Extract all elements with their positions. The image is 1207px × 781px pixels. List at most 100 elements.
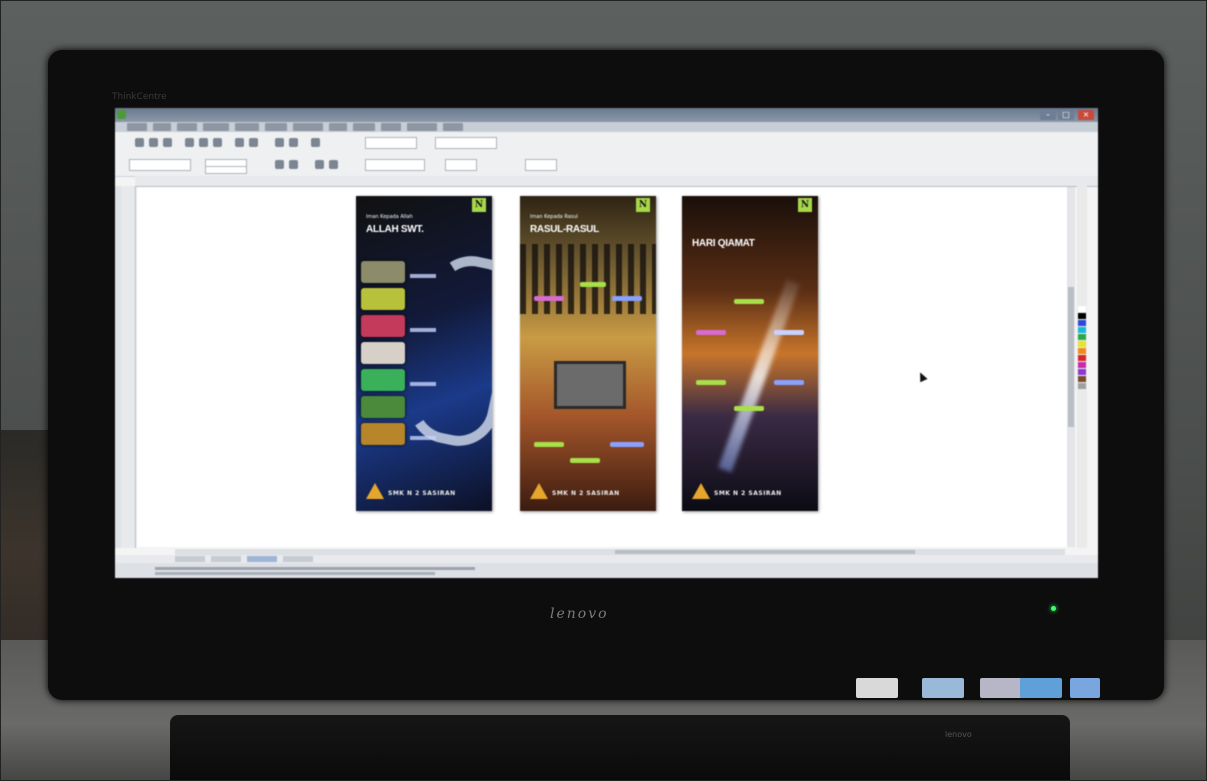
monitor-brand-logo: lenovo: [550, 606, 609, 622]
menu-item[interactable]: [407, 123, 437, 131]
current-page-icon[interactable]: [329, 160, 338, 169]
monitor-sticker: [980, 678, 1022, 698]
save-icon[interactable]: [163, 138, 172, 147]
page-tab[interactable]: [283, 556, 313, 562]
export-icon[interactable]: [289, 138, 298, 147]
swatch[interactable]: [1078, 376, 1086, 382]
monitor-sticker: [922, 678, 964, 698]
menu-item[interactable]: [329, 123, 347, 131]
import-icon[interactable]: [275, 138, 284, 147]
name-tile: [361, 369, 405, 391]
name-tile: [361, 261, 405, 283]
close-icon[interactable]: ×: [1078, 110, 1094, 120]
swatch[interactable]: [1078, 306, 1086, 312]
swatch[interactable]: [1078, 348, 1086, 354]
paste-icon[interactable]: [213, 138, 222, 147]
calligraphy-swirl: [401, 248, 492, 454]
copy-icon[interactable]: [199, 138, 208, 147]
name-tile: [361, 342, 405, 364]
power-led-icon: [1051, 606, 1056, 611]
page-size-field[interactable]: [129, 159, 191, 171]
poster-title: RASUL-RASUL: [530, 224, 599, 235]
menu-item[interactable]: [177, 123, 197, 131]
swatch[interactable]: [1078, 320, 1086, 326]
status-info: [155, 572, 435, 575]
poster-subtitle: Iman Kepada Allah: [366, 214, 413, 220]
label-chip: [696, 380, 726, 385]
windows-sticker: [1070, 678, 1100, 698]
silhouette-figures: [520, 244, 656, 314]
label-chip: [612, 296, 642, 301]
minimize-icon[interactable]: –: [1040, 110, 1056, 120]
swatch[interactable]: [1078, 362, 1086, 368]
swatch[interactable]: [1078, 313, 1086, 319]
label-chip: [696, 330, 726, 335]
intel-sticker: [1020, 678, 1062, 698]
scroll-thumb[interactable]: [615, 550, 915, 554]
new-icon[interactable]: [135, 138, 144, 147]
property-bar: [115, 154, 1098, 177]
standard-toolbar: [115, 132, 1098, 155]
menu-item[interactable]: [381, 123, 401, 131]
page-tab[interactable]: [247, 556, 277, 562]
menu-item[interactable]: [127, 123, 147, 131]
swatch[interactable]: [1078, 341, 1086, 347]
name-tile: [361, 288, 405, 310]
menu-item[interactable]: [443, 123, 463, 131]
units-field[interactable]: [365, 159, 425, 171]
maximize-icon[interactable]: □: [1058, 110, 1074, 120]
app-titlebar: – □ ×: [115, 108, 1098, 122]
poster-footer: SMK N 2 SASIRAN: [388, 490, 456, 497]
poster-rasul[interactable]: N Iman Kepada Rasul RASUL-RASUL SMK N 2 …: [520, 196, 656, 511]
scroll-thumb[interactable]: [1068, 287, 1074, 427]
menu-item[interactable]: [235, 123, 259, 131]
poster-subtitle: Iman Kepada Rasul: [530, 214, 578, 220]
snap-to-field[interactable]: [435, 137, 497, 149]
swatch[interactable]: [1078, 355, 1086, 361]
poster-title: HARI QIAMAT: [692, 238, 755, 249]
poster-allah-swt[interactable]: N Iman Kepada Allah ALLAH SWT. SMK N 2 S…: [356, 196, 492, 511]
zoom-icon[interactable]: [311, 138, 320, 147]
swatch[interactable]: [1078, 369, 1086, 375]
undo-icon[interactable]: [235, 138, 244, 147]
label-chip: [580, 282, 606, 287]
portrait-icon[interactable]: [275, 160, 284, 169]
open-icon[interactable]: [149, 138, 158, 147]
swatch[interactable]: [1078, 327, 1086, 333]
menu-item[interactable]: [353, 123, 375, 131]
page-tab[interactable]: [175, 556, 205, 562]
color-palette[interactable]: [1077, 186, 1087, 548]
quran-screen: [554, 361, 626, 409]
name-tile: [361, 396, 405, 418]
redo-icon[interactable]: [249, 138, 258, 147]
all-pages-icon[interactable]: [315, 160, 324, 169]
menu-item[interactable]: [293, 123, 323, 131]
vertical-ruler: [121, 186, 136, 548]
cut-icon[interactable]: [185, 138, 194, 147]
name-tile: [361, 315, 405, 337]
zoom-level-field[interactable]: [365, 137, 417, 149]
vertical-scrollbar[interactable]: [1067, 187, 1075, 547]
menu-bar: [115, 122, 1098, 132]
landscape-icon[interactable]: [289, 160, 298, 169]
swatch[interactable]: [1078, 334, 1086, 340]
label-chip: [534, 296, 564, 301]
label-chip: [734, 299, 764, 304]
label-chip: [534, 442, 564, 447]
poster-hari-qiamat[interactable]: N HARI QIAMAT SMK N 2 SASIRAN: [682, 196, 818, 511]
page-tab[interactable]: [211, 556, 241, 562]
duplicate-distance-field[interactable]: [525, 159, 557, 171]
keyboard: [170, 715, 1070, 781]
horizontal-ruler: [135, 176, 1098, 187]
tile-label: [410, 382, 436, 386]
poster-footer: SMK N 2 SASIRAN: [714, 490, 782, 497]
swatch[interactable]: [1078, 383, 1086, 389]
menu-item[interactable]: [203, 123, 229, 131]
menu-item[interactable]: [153, 123, 171, 131]
label-chip: [570, 458, 600, 463]
nudge-field[interactable]: [445, 159, 477, 171]
menu-item[interactable]: [265, 123, 287, 131]
poster-badge: N: [472, 198, 486, 212]
monitor-model-label: ThinkCentre: [112, 92, 167, 102]
height-field[interactable]: [205, 166, 247, 174]
